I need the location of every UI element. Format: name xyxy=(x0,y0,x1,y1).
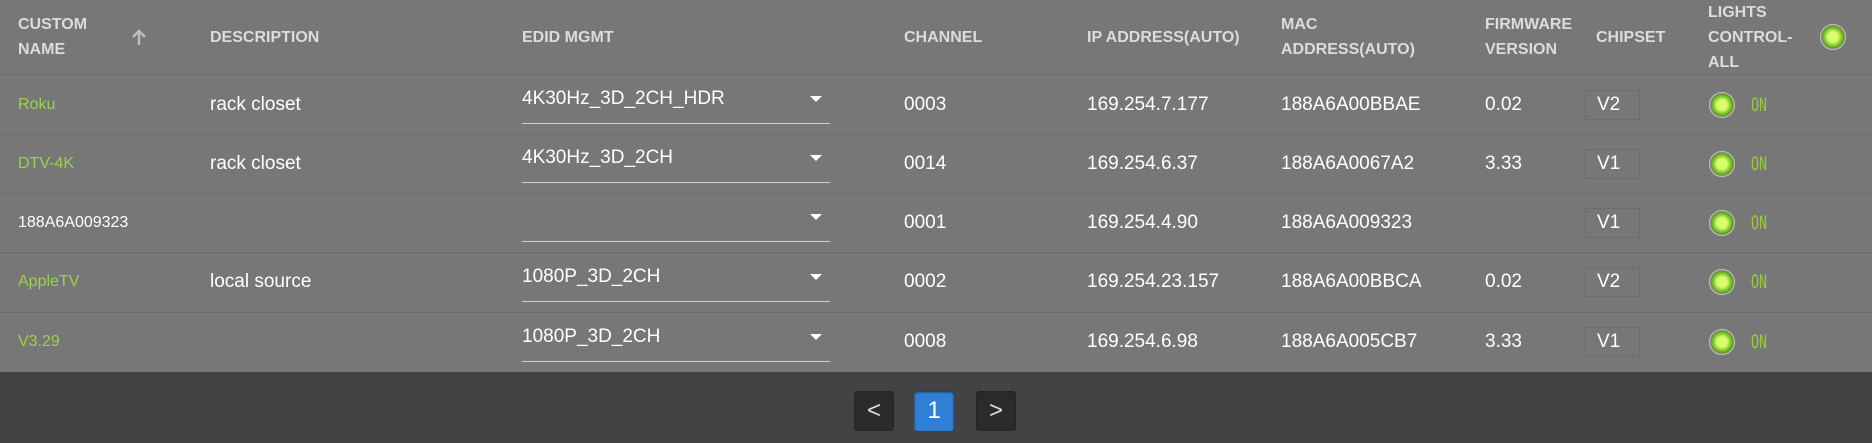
led-indicator-icon[interactable] xyxy=(1709,269,1735,295)
channel-text: 0014 xyxy=(904,152,947,174)
prev-page-button[interactable]: < xyxy=(854,391,894,431)
edid-mgmt-select[interactable] xyxy=(522,193,830,242)
mac-address-text: 188A6A00BBCA xyxy=(1281,271,1422,292)
light-status-label: ON xyxy=(1751,93,1768,116)
pagination: < 1 > xyxy=(0,372,1872,443)
mac-address-text: 188A6A005CB7 xyxy=(1281,331,1418,352)
ip-address-text: 169.254.7.177 xyxy=(1087,93,1209,115)
chevron-down-icon xyxy=(810,214,822,220)
light-status-label: ON xyxy=(1751,152,1768,175)
lights-control-all-toggle-icon[interactable] xyxy=(1820,24,1846,50)
led-indicator-icon[interactable] xyxy=(1709,329,1735,355)
firmware-version-text: 3.33 xyxy=(1485,152,1522,174)
description-text: local source xyxy=(210,271,312,292)
table-row[interactable]: Roku rack closet 4K30Hz_3D_2CH_HDR 0003 … xyxy=(0,75,1872,135)
firmware-version-text: 3.33 xyxy=(1485,331,1522,352)
ip-address-text: 169.254.6.98 xyxy=(1087,331,1198,352)
edid-value: 1080P_3D_2CH xyxy=(522,265,661,287)
chipset-text: V2 xyxy=(1597,93,1621,115)
edid-value: 1080P_3D_2CH xyxy=(522,325,661,347)
mac-address-text: 188A6A009323 xyxy=(1281,211,1413,233)
ip-address-text: 169.254.4.90 xyxy=(1087,211,1198,233)
chevron-down-icon xyxy=(810,333,822,340)
light-status-label: ON xyxy=(1751,331,1768,353)
ip-address-text: 169.254.23.157 xyxy=(1087,271,1220,292)
edid-mgmt-select[interactable]: 4K30Hz_3D_2CH_HDR xyxy=(522,75,830,124)
mac-address-text: 188A6A0067A2 xyxy=(1281,152,1415,174)
channel-text: 0003 xyxy=(904,93,947,115)
channel-text: 0008 xyxy=(904,331,947,352)
col-mac-address: MAC ADDRESS(AUTO) xyxy=(1281,16,1415,58)
edid-mgmt-select[interactable]: 1080P_3D_2CH xyxy=(522,252,830,302)
channel-text: 0001 xyxy=(904,211,947,233)
col-custom-name[interactable]: CUSTOM NAME xyxy=(18,0,128,74)
col-description: DESCRIPTION xyxy=(210,28,320,46)
col-channel: CHANNEL xyxy=(904,28,983,46)
led-indicator-icon[interactable] xyxy=(1709,91,1735,118)
description-text: rack closet xyxy=(210,152,301,174)
edid-mgmt-select[interactable]: 1080P_3D_2CH xyxy=(522,312,830,362)
table-row[interactable]: V3.29 1080P_3D_2CH 0008 169.254.6.98 188… xyxy=(0,312,1872,373)
col-ip-address: IP ADDRESS(AUTO) xyxy=(1087,28,1240,46)
light-status-label: ON xyxy=(1751,211,1768,234)
firmware-version-text: 0.02 xyxy=(1485,271,1522,292)
table-row[interactable]: AppleTV local source 1080P_3D_2CH 0002 1… xyxy=(0,252,1872,313)
col-firmware-version: FIRMWARE VERSION xyxy=(1485,16,1573,58)
edid-value: 4K30Hz_3D_2CH xyxy=(522,147,674,168)
chipset-text: V1 xyxy=(1597,211,1621,233)
chipset-text: V1 xyxy=(1597,331,1621,352)
light-status-label: ON xyxy=(1751,271,1768,293)
led-indicator-icon[interactable] xyxy=(1709,209,1735,236)
firmware-version-text: 0.02 xyxy=(1485,93,1522,115)
ip-address-text: 169.254.6.37 xyxy=(1087,152,1198,174)
edid-mgmt-select[interactable]: 4K30Hz_3D_2CH xyxy=(522,134,830,183)
chipset-text: V2 xyxy=(1597,271,1621,292)
custom-name-link[interactable]: AppleTV xyxy=(18,252,79,312)
table-row[interactable]: 188A6A009323 0001 169.254.4.90 188A6A009… xyxy=(0,193,1872,253)
channel-text: 0002 xyxy=(904,271,947,292)
edid-value: 4K30Hz_3D_2CH_HDR xyxy=(522,88,725,109)
chevron-down-icon xyxy=(810,273,822,280)
chipset-text: V1 xyxy=(1597,152,1621,174)
devices-table: CUSTOM NAME DESCRIPTION EDID MGMT CHANNE… xyxy=(0,0,1872,373)
custom-name-link[interactable]: DTV-4K xyxy=(18,134,74,193)
custom-name-link[interactable]: 188A6A009323 xyxy=(18,193,128,252)
col-edid-mgmt: EDID MGMT xyxy=(522,28,614,46)
table-row[interactable]: DTV-4K rack closet 4K30Hz_3D_2CH 0014 16… xyxy=(0,134,1872,194)
description-text: rack closet xyxy=(210,93,301,115)
chevron-down-icon xyxy=(810,96,822,102)
arrow-up-icon[interactable] xyxy=(130,29,148,47)
custom-name-link[interactable]: Roku xyxy=(18,75,55,134)
table-header: CUSTOM NAME DESCRIPTION EDID MGMT CHANNE… xyxy=(0,0,1872,75)
custom-name-link[interactable]: V3.29 xyxy=(18,312,60,372)
col-chipset: CHIPSET xyxy=(1596,28,1666,46)
next-page-button[interactable]: > xyxy=(976,391,1016,431)
led-indicator-icon[interactable] xyxy=(1709,150,1735,177)
chevron-down-icon xyxy=(810,155,822,161)
col-lights-control-all: LIGHTS CONTROL-ALL xyxy=(1708,3,1793,71)
page-1-button[interactable]: 1 xyxy=(914,391,954,431)
mac-address-text: 188A6A00BBAE xyxy=(1281,93,1421,115)
